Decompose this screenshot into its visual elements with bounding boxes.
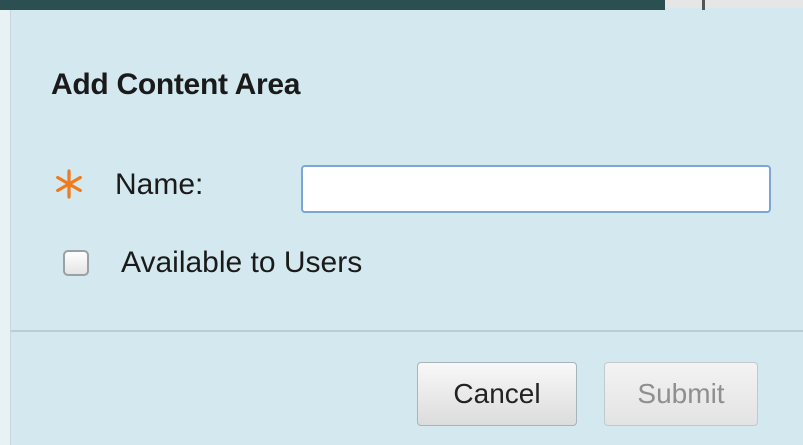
header-bar	[0, 0, 665, 10]
name-field-row: Name:	[51, 160, 791, 222]
asterisk-icon	[51, 166, 87, 202]
header-bar-gap	[665, 0, 803, 8]
dialog-frame: Add Content Area Name: Available to User…	[0, 0, 803, 445]
available-to-users-row[interactable]: Available to Users	[63, 240, 663, 284]
cancel-button[interactable]: Cancel	[417, 362, 577, 426]
available-to-users-checkbox[interactable]	[63, 250, 89, 276]
name-label: Name:	[115, 168, 204, 201]
dialog-title: Add Content Area	[51, 68, 301, 101]
submit-button[interactable]: Submit	[604, 362, 758, 426]
add-content-area-dialog: Add Content Area Name: Available to User…	[11, 10, 803, 445]
available-to-users-label[interactable]: Available to Users	[121, 246, 362, 280]
footer-divider	[11, 330, 803, 332]
left-border	[0, 10, 11, 445]
name-input[interactable]	[301, 165, 771, 213]
